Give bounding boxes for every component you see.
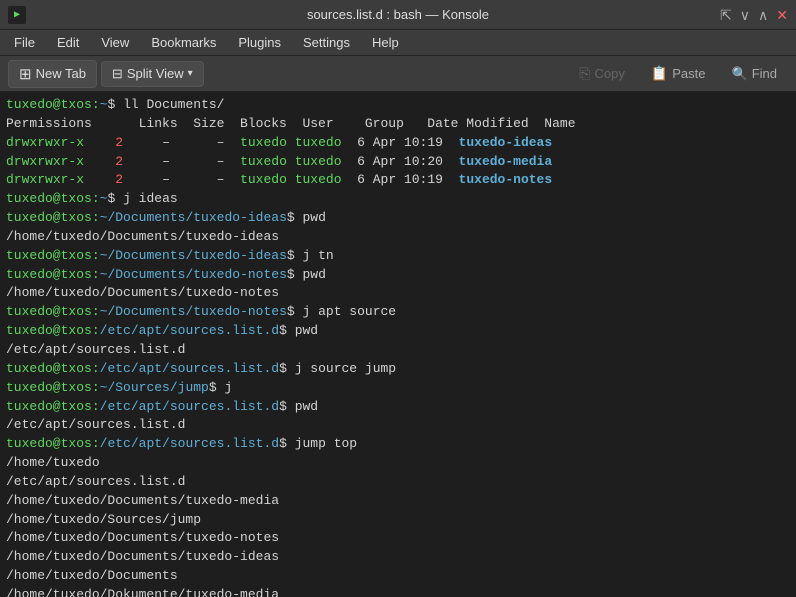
terminal-line: /home/tuxedo/Documents/tuxedo-ideas (6, 548, 790, 567)
menu-settings[interactable]: Settings (293, 33, 360, 52)
maximize-button[interactable]: ∧ (758, 8, 768, 22)
split-view-label: Split View (127, 66, 184, 81)
terminal-line: drwxrwxr-x 2 – – tuxedo tuxedo 6 Apr 10:… (6, 153, 790, 172)
restore-button[interactable]: ∨ (740, 8, 750, 22)
copy-icon: ⎘ (579, 65, 590, 82)
split-view-icon: ⊟ (112, 66, 123, 82)
copy-label: Copy (594, 66, 624, 81)
terminal-line: /home/tuxedo/Documents/tuxedo-media (6, 492, 790, 511)
find-label: Find (752, 66, 777, 81)
terminal-line: tuxedo@txos:/etc/apt/sources.list.d$ jum… (6, 435, 790, 454)
toolbar: ⊞ New Tab ⊟ Split View ▾ ⎘ Copy 📋 Paste … (0, 56, 796, 92)
menu-view[interactable]: View (91, 33, 139, 52)
new-tab-label: New Tab (36, 66, 86, 81)
minimize-button[interactable]: ⇱ (720, 8, 732, 22)
menu-edit[interactable]: Edit (47, 33, 89, 52)
terminal-line: /home/tuxedo/Documents/tuxedo-notes (6, 284, 790, 303)
new-tab-icon: ⊞ (19, 65, 32, 83)
terminal-line: tuxedo@txos:~/Sources/jump$ j (6, 379, 790, 398)
paste-button[interactable]: 📋 Paste (640, 60, 717, 87)
find-button[interactable]: 🔍 Find (721, 60, 788, 87)
terminal-line: tuxedo@txos:/etc/apt/sources.list.d$ pwd (6, 398, 790, 417)
terminal-line: /home/tuxedo/Documents/tuxedo-notes (6, 529, 790, 548)
menu-file[interactable]: File (4, 33, 45, 52)
toolbar-actions: ⎘ Copy 📋 Paste 🔍 Find (568, 60, 788, 87)
copy-button[interactable]: ⎘ Copy (568, 60, 636, 87)
menu-bookmarks[interactable]: Bookmarks (141, 33, 226, 52)
find-icon: 🔍 (732, 66, 748, 82)
app-icon: ▶ (8, 6, 26, 24)
new-tab-button[interactable]: ⊞ New Tab (8, 60, 97, 88)
terminal-line: /etc/apt/sources.list.d (6, 416, 790, 435)
terminal-area[interactable]: tuxedo@txos:~$ ll Documents/ Permissions… (0, 92, 796, 597)
terminal-line: drwxrwxr-x 2 – – tuxedo tuxedo 6 Apr 10:… (6, 171, 790, 190)
split-view-button[interactable]: ⊟ Split View ▾ (101, 61, 204, 87)
close-button[interactable]: ✕ (776, 8, 788, 22)
window-title: sources.list.d : bash — Konsole (307, 7, 489, 22)
paste-icon: 📋 (651, 65, 668, 82)
terminal-line: /home/tuxedo/Dokumente/tuxedo-media (6, 586, 790, 597)
app-icon-symbol: ▶ (14, 9, 20, 21)
terminal-line: tuxedo@txos:~$ j ideas (6, 190, 790, 209)
terminal-line: /etc/apt/sources.list.d (6, 473, 790, 492)
terminal-line: tuxedo@txos:~/Documents/tuxedo-notes$ pw… (6, 266, 790, 285)
window-controls: ⇱ ∨ ∧ ✕ (720, 8, 788, 22)
terminal-line: tuxedo@txos:/etc/apt/sources.list.d$ pwd (6, 322, 790, 341)
split-view-chevron: ▾ (188, 68, 193, 79)
terminal-line: tuxedo@txos:~/Documents/tuxedo-notes$ j … (6, 303, 790, 322)
title-bar: ▶ sources.list.d : bash — Konsole ⇱ ∨ ∧ … (0, 0, 796, 30)
terminal-line: /home/tuxedo/Sources/jump (6, 511, 790, 530)
paste-label: Paste (672, 66, 705, 81)
menu-help[interactable]: Help (362, 33, 409, 52)
terminal-line: tuxedo@txos:~/Documents/tuxedo-ideas$ pw… (6, 209, 790, 228)
terminal-line: tuxedo@txos:~/Documents/tuxedo-ideas$ j … (6, 247, 790, 266)
terminal-line: tuxedo@txos:~$ ll Documents/ (6, 96, 790, 115)
terminal-line: /home/tuxedo/Documents/tuxedo-ideas (6, 228, 790, 247)
terminal-line: /home/tuxedo (6, 454, 790, 473)
terminal-line: tuxedo@txos:/etc/apt/sources.list.d$ j s… (6, 360, 790, 379)
title-bar-left: ▶ (8, 6, 26, 24)
terminal-line: /home/tuxedo/Documents (6, 567, 790, 586)
terminal-line: /etc/apt/sources.list.d (6, 341, 790, 360)
terminal-line: Permissions Links Size Blocks User Group… (6, 115, 790, 134)
terminal-line: drwxrwxr-x 2 – – tuxedo tuxedo 6 Apr 10:… (6, 134, 790, 153)
menu-bar: File Edit View Bookmarks Plugins Setting… (0, 30, 796, 56)
menu-plugins[interactable]: Plugins (228, 33, 291, 52)
